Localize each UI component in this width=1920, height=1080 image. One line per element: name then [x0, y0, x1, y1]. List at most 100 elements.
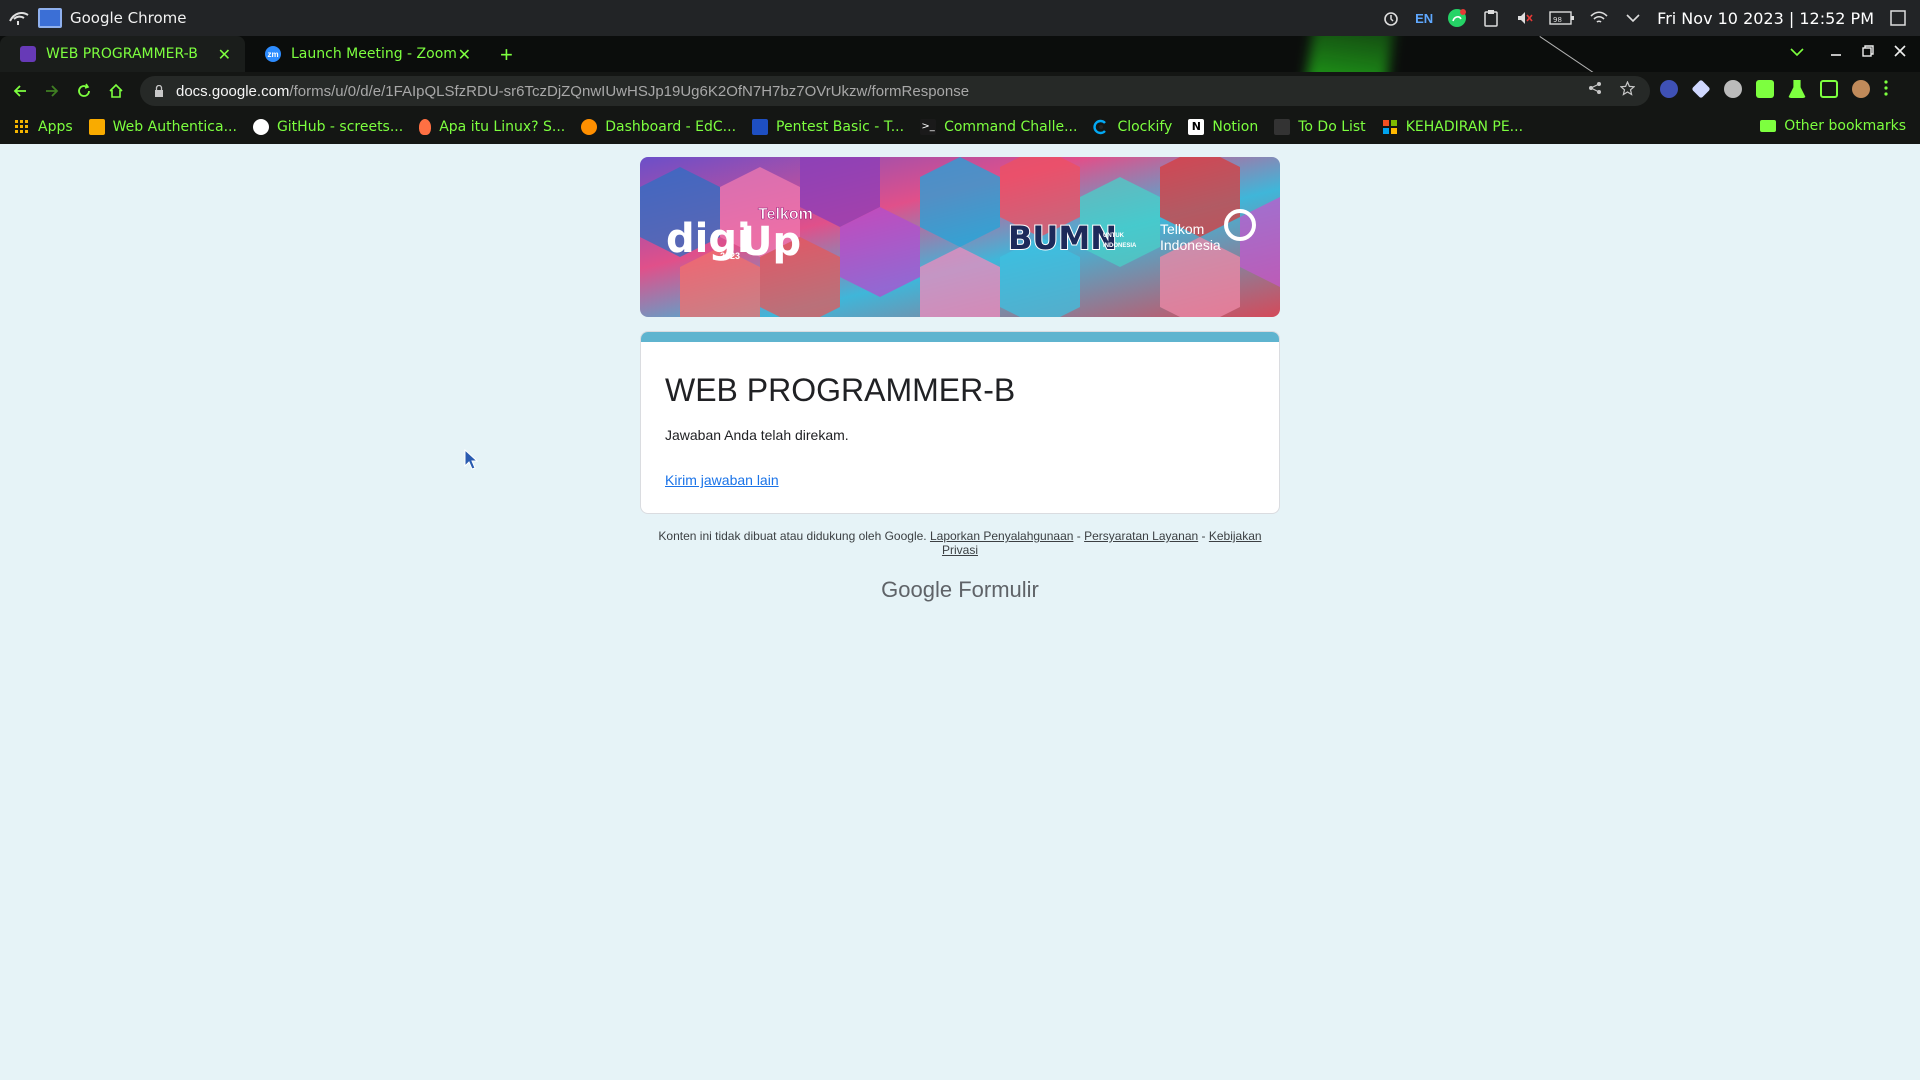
footer-separator: - — [1198, 529, 1209, 543]
extensions-area — [1660, 79, 1888, 99]
side-panel-icon[interactable] — [1820, 80, 1838, 98]
lock-icon[interactable] — [154, 85, 164, 97]
github-icon — [252, 119, 269, 135]
zoom-icon: zm — [265, 46, 281, 62]
bookmark-dashboard-edc[interactable]: Dashboard - EdC... — [581, 119, 736, 135]
clipboard-icon[interactable] — [1481, 8, 1501, 28]
battery-level: 98 — [1553, 16, 1562, 24]
bookmark-label: Command Challe... — [944, 119, 1078, 135]
footer-disclaimer: Konten ini tidak dibuat atau didukung ol… — [658, 529, 927, 543]
svg-text:Telkom: Telkom — [1160, 221, 1204, 237]
window-icon — [38, 8, 62, 28]
svg-text:UNTUK: UNTUK — [1103, 233, 1125, 239]
url-host: docs.google.com — [176, 82, 290, 100]
bookmark-label: Pentest Basic - T... — [776, 119, 905, 135]
bookmark-command-challenge[interactable]: >_ Command Challe... — [920, 119, 1077, 135]
confirmation-message: Jawaban Anda telah direkam. — [665, 427, 849, 443]
bookmark-notion[interactable]: N Notion — [1188, 119, 1258, 135]
keyboard-layout-indicator[interactable]: EN — [1415, 11, 1433, 26]
kebab-menu-icon[interactable] — [1884, 80, 1888, 98]
form-accent-bar — [641, 332, 1279, 342]
bookmark-label: Clockify — [1117, 119, 1173, 135]
url-path: /forms/u/0/d/e/1FAIpQLSfzRDU-sr6TczDjZQn… — [289, 82, 970, 100]
svg-text:Indonesia: Indonesia — [1160, 237, 1221, 253]
form-response-card: WEB PROGRAMMER-B Jawaban Anda telah dire… — [640, 331, 1280, 514]
form-header-banner: digi Up Telkom 2023 BUMN UNTUK INDONESIA… — [640, 157, 1280, 317]
clockify-icon — [1093, 119, 1107, 135]
tab-strip: WEB PROGRAMMER-B ✕ zm Launch Meeting - Z… — [0, 36, 1920, 72]
google-forms-icon — [20, 46, 36, 62]
mouse-cursor-icon — [464, 449, 478, 470]
tab-search-icon[interactable] — [1790, 44, 1804, 62]
bookmark-clockify[interactable]: Clockify — [1093, 119, 1172, 135]
back-button[interactable] — [4, 75, 36, 107]
bookmark-apa-itu-linux[interactable]: Apa itu Linux? S... — [419, 119, 565, 135]
bookmark-web-authentication[interactable]: Web Authentica... — [88, 119, 237, 135]
close-icon[interactable]: ✕ — [218, 45, 231, 64]
active-app-name: Google Chrome — [70, 9, 187, 27]
profile-avatar[interactable] — [1852, 80, 1870, 98]
bookmark-label: Apa itu Linux? S... — [439, 119, 566, 135]
tab-zoom[interactable]: zm Launch Meeting - Zoom ✕ — [245, 36, 485, 72]
bookmark-page-icon — [752, 119, 769, 135]
bookmark-kehadiran[interactable]: KEHADIRAN PE... — [1382, 119, 1523, 135]
svg-text:BUMN: BUMN — [1008, 219, 1117, 257]
flask-icon[interactable] — [1788, 80, 1806, 98]
bookmark-label: GitHub - screets... — [276, 119, 404, 135]
new-tab-button[interactable]: + — [500, 42, 513, 68]
google-forms-logo[interactable]: Google Formulir — [640, 577, 1280, 603]
todo-icon — [1274, 119, 1291, 135]
arrow-left-icon — [13, 85, 26, 97]
os-top-bar: Google Chrome EN 98 Fri Nov 10 2023 | 12… — [0, 0, 1920, 36]
volume-muted-icon[interactable] — [1515, 8, 1535, 28]
bookmark-to-do-list[interactable]: To Do List — [1274, 119, 1366, 135]
reload-button[interactable] — [68, 75, 100, 107]
bookmark-pentest-basic[interactable]: Pentest Basic - T... — [752, 119, 904, 135]
share-icon[interactable] — [1588, 81, 1602, 100]
bookmark-apps[interactable]: Apps — [14, 119, 73, 135]
svg-text:2023: 2023 — [720, 251, 740, 261]
bookmark-label: To Do List — [1298, 119, 1366, 135]
bookmark-star-icon[interactable] — [1619, 80, 1636, 101]
extension-cloud-icon[interactable] — [1724, 80, 1742, 98]
minimize-button[interactable] — [1830, 44, 1842, 62]
address-bar[interactable]: docs.google.com/forms/u/0/d/e/1FAIpQLSfz… — [140, 76, 1650, 106]
close-icon[interactable]: ✕ — [458, 45, 471, 64]
puzzle-icon[interactable] — [1756, 80, 1774, 98]
home-button[interactable] — [100, 75, 132, 107]
form-title: WEB PROGRAMMER-B — [665, 372, 1016, 408]
wifi-icon[interactable] — [1589, 8, 1609, 28]
bookmark-github[interactable]: GitHub - screets... — [252, 119, 404, 135]
chevron-down-icon[interactable] — [1623, 8, 1643, 28]
kali-dragon-icon[interactable] — [8, 9, 30, 27]
close-window-button[interactable] — [1894, 44, 1906, 62]
submit-another-response-link[interactable]: Kirim jawaban lain — [665, 472, 779, 488]
folder-icon — [1760, 120, 1777, 132]
extension-diamond-icon[interactable] — [1691, 79, 1711, 99]
theme-decoration-line — [1539, 36, 1789, 72]
restore-button[interactable] — [1862, 44, 1874, 62]
tab-web-programmer[interactable]: WEB PROGRAMMER-B ✕ — [0, 36, 245, 72]
whatsapp-icon[interactable] — [1447, 8, 1467, 28]
forward-button[interactable] — [36, 75, 68, 107]
form-footer: Konten ini tidak dibuat atau didukung ol… — [640, 529, 1280, 557]
extension-gear-icon[interactable] — [1660, 80, 1678, 98]
terminal-icon: >_ — [920, 119, 937, 135]
forms-wordmark: Formulir — [958, 577, 1039, 602]
bookmark-label: KEHADIRAN PE... — [1405, 119, 1524, 135]
clock[interactable]: Fri Nov 10 2023 | 12:52 PM — [1657, 9, 1874, 28]
bookmarks-bar: Apps Web Authentica... GitHub - screets.… — [0, 110, 1920, 144]
alarm-icon[interactable] — [1381, 8, 1401, 28]
page-content: digi Up Telkom 2023 BUMN UNTUK INDONESIA… — [0, 144, 1920, 1080]
svg-text:INDONESIA: INDONESIA — [1103, 243, 1137, 249]
terms-of-service-link[interactable]: Persyaratan Layanan — [1084, 529, 1198, 543]
arrow-right-icon — [46, 85, 59, 97]
other-bookmarks[interactable]: Other bookmarks — [1760, 118, 1906, 134]
other-bookmarks-label: Other bookmarks — [1784, 118, 1906, 134]
show-desktop-icon[interactable] — [1888, 8, 1908, 28]
home-icon — [109, 83, 123, 98]
browser-toolbar: docs.google.com/forms/u/0/d/e/1FAIpQLSfz… — [0, 72, 1920, 110]
bookmark-label: Dashboard - EdC... — [605, 119, 737, 135]
report-abuse-link[interactable]: Laporkan Penyalahgunaan — [930, 529, 1073, 543]
battery-icon[interactable]: 98 — [1549, 8, 1575, 28]
